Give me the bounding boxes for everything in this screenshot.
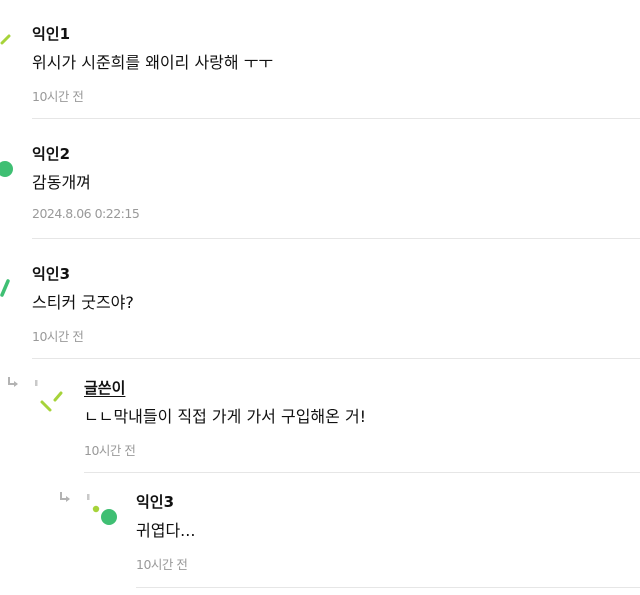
- avatar: [84, 492, 120, 534]
- avatar: [0, 30, 14, 54]
- reply-item: 익인3 귀엽다... 10시간 전: [136, 492, 640, 573]
- avatar-icon: [0, 34, 11, 45]
- comment-author[interactable]: 익인3: [136, 492, 640, 512]
- divider: [32, 238, 640, 239]
- comment-author-op[interactable]: 글쓴이: [84, 378, 640, 398]
- comment-author[interactable]: 익인3: [32, 264, 640, 284]
- comment-time: 10시간 전: [136, 557, 188, 572]
- comment-time: 10시간 전: [84, 443, 136, 458]
- comment-text: 위시가 시준희를 왜이리 사랑해 ㅜㅜ: [32, 53, 274, 72]
- divider: [32, 358, 640, 359]
- divider: [136, 587, 640, 588]
- comment-text: 스티커 굿즈야?: [32, 293, 134, 312]
- reply-arrow-icon: [6, 376, 20, 394]
- comment-text: 감동개껴: [32, 173, 91, 192]
- comment-item: 익인3 스티커 굿즈야? 10시간 전: [32, 264, 640, 345]
- reply-item: 글쓴이 ㄴㄴ막내들이 직접 가게 가서 구입해온 거! 10시간 전: [84, 378, 640, 459]
- comment-item: 익인1 위시가 시준희를 왜이리 사랑해 ㅜㅜ 10시간 전: [32, 24, 640, 105]
- reply-arrow-icon: [58, 491, 72, 509]
- comment-time: 2024.8.06 0:22:15: [32, 206, 140, 221]
- comment-time: 10시간 전: [32, 329, 84, 344]
- comment-author[interactable]: 익인2: [32, 144, 640, 164]
- comment-author[interactable]: 익인1: [32, 24, 640, 44]
- divider: [32, 118, 640, 119]
- avatar: [0, 275, 14, 305]
- avatar-icon: [0, 161, 13, 177]
- comment-item: 익인2 감동개껴 2024.8.06 0:22:15: [32, 144, 640, 221]
- avatar-icon: [87, 494, 117, 525]
- avatar: [0, 159, 14, 183]
- divider: [84, 472, 640, 473]
- avatar-icon: [0, 279, 10, 297]
- comment-text: 귀엽다...: [136, 521, 196, 540]
- comment-time: 10시간 전: [32, 89, 84, 104]
- avatar-icon: [35, 380, 63, 412]
- avatar: [32, 378, 66, 420]
- comment-text: ㄴㄴ막내들이 직접 가게 가서 구입해온 거!: [84, 407, 367, 426]
